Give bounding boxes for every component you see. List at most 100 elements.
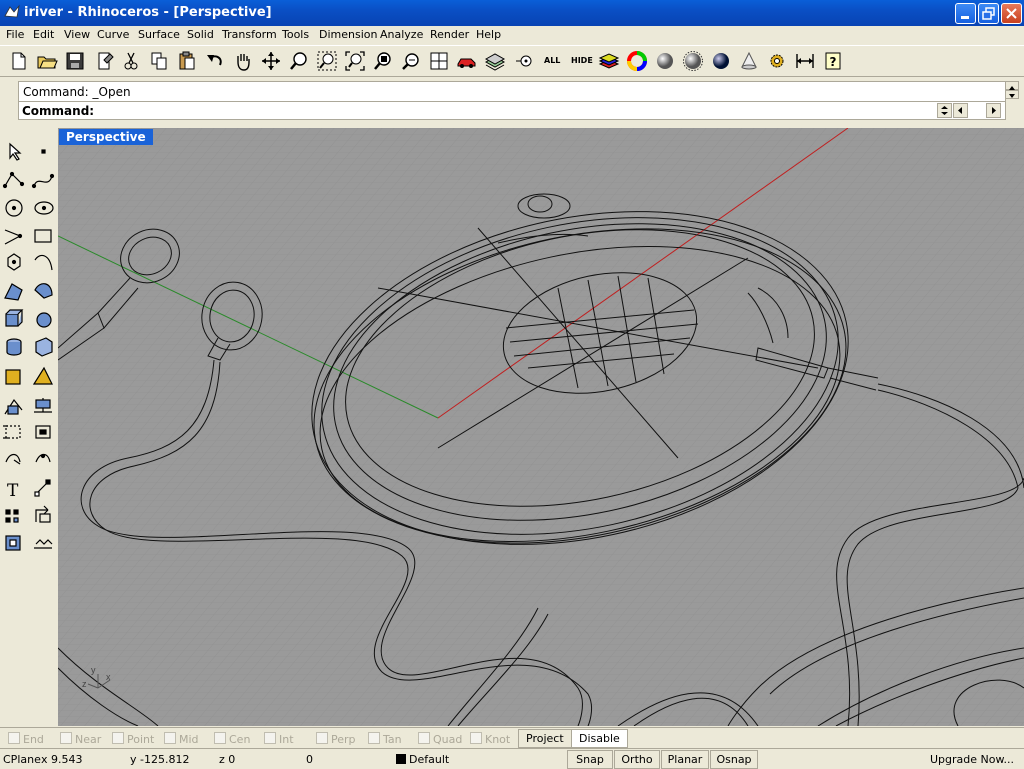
command-input[interactable] [94, 103, 938, 120]
menu-solid[interactable]: Solid [187, 28, 214, 41]
rotate-icon[interactable] [3, 448, 25, 470]
open-folder-icon[interactable] [36, 50, 58, 72]
osnap-button[interactable]: Osnap [710, 750, 758, 769]
help-icon[interactable]: ? [822, 50, 844, 72]
boolean-icon[interactable] [33, 364, 55, 386]
cylinder-icon[interactable] [3, 336, 25, 358]
minimize-button[interactable] [955, 3, 976, 24]
curve-control-points-icon[interactable] [33, 168, 55, 190]
history-spin-icon[interactable] [937, 103, 952, 118]
osnap-end[interactable]: End [8, 732, 44, 746]
rendered-sphere-icon[interactable] [682, 50, 704, 72]
close-button[interactable] [1001, 3, 1022, 24]
split-icon[interactable] [3, 392, 25, 414]
scroll-right-icon[interactable] [986, 103, 1001, 118]
rhino-app-icon[interactable] [4, 4, 20, 20]
menu-view[interactable]: View [64, 28, 90, 41]
spotlight-icon[interactable] [738, 50, 760, 72]
cut-icon[interactable] [120, 50, 142, 72]
save-icon[interactable] [64, 50, 86, 72]
menu-edit[interactable]: Edit [33, 28, 54, 41]
history-up-icon[interactable] [1005, 81, 1019, 90]
scroll-left-icon[interactable] [953, 103, 968, 118]
color-wheel-icon[interactable] [626, 50, 648, 72]
viewport-canvas[interactable] [58, 128, 1024, 726]
undo-view-icon[interactable] [400, 50, 422, 72]
trim-icon[interactable] [33, 392, 55, 414]
box-solid-icon[interactable] [3, 308, 25, 330]
menu-dimension[interactable]: Dimension [319, 28, 377, 41]
four-viewports-icon[interactable] [428, 50, 450, 72]
menu-file[interactable]: File [6, 28, 24, 41]
menu-curve[interactable]: Curve [97, 28, 129, 41]
undo-icon[interactable] [204, 50, 226, 72]
osnap-perp[interactable]: Perp [316, 732, 356, 746]
project-button[interactable]: Project [518, 729, 572, 748]
osnap-knot[interactable]: Knot [470, 732, 510, 746]
shaded-sphere-icon[interactable] [654, 50, 676, 72]
polygon-line-icon[interactable] [3, 224, 25, 246]
osnap-near[interactable]: Near [60, 732, 101, 746]
extrude-icon[interactable] [33, 336, 55, 358]
car-render-icon[interactable] [456, 50, 478, 72]
osnap-quad[interactable]: Quad [418, 732, 462, 746]
select-all-button[interactable]: ALL [544, 56, 560, 65]
dimension-icon[interactable] [33, 532, 55, 554]
block-icon[interactable] [33, 420, 55, 442]
orient-icon[interactable] [33, 504, 55, 526]
perspective-viewport[interactable]: x y z Perspective [58, 128, 1024, 726]
osnap-tan[interactable]: Tan [368, 732, 402, 746]
cplane-label[interactable]: CPlane [3, 753, 41, 766]
surface-corner-icon[interactable] [3, 280, 25, 302]
select-objects-icon[interactable] [514, 50, 536, 72]
osnap-mid[interactable]: Mid [164, 732, 199, 746]
zoom-extents-icon[interactable] [344, 50, 366, 72]
zoom-selected-icon[interactable] [372, 50, 394, 72]
blue-sphere-icon[interactable] [710, 50, 732, 72]
move-icon[interactable] [33, 476, 55, 498]
layers-icon[interactable] [598, 50, 620, 72]
upgrade-now-link[interactable]: Upgrade Now... [930, 753, 1014, 766]
array-icon[interactable] [3, 504, 25, 526]
ellipse-icon[interactable] [33, 196, 55, 218]
osnap-int[interactable]: Int [264, 732, 294, 746]
menu-help[interactable]: Help [476, 28, 501, 41]
title-bar[interactable]: iriver - Rhinoceros - [Perspective] [0, 0, 1024, 26]
restore-button[interactable] [978, 3, 999, 24]
ortho-button[interactable]: Ortho [614, 750, 660, 769]
hide-objects-button[interactable]: HIDE [571, 56, 593, 65]
surface-edge-icon[interactable] [33, 280, 55, 302]
polyline-icon[interactable] [3, 168, 25, 190]
menu-surface[interactable]: Surface [138, 28, 180, 41]
disable-button[interactable]: Disable [571, 729, 628, 748]
osnap-cen[interactable]: Cen [214, 732, 250, 746]
points-on-icon[interactable] [33, 448, 55, 470]
history-down-icon[interactable] [1005, 90, 1019, 99]
circle-icon[interactable] [3, 196, 25, 218]
point-icon[interactable] [33, 140, 55, 162]
planar-button[interactable]: Planar [661, 750, 709, 769]
menu-render[interactable]: Render [430, 28, 469, 41]
menu-analyze[interactable]: Analyze [380, 28, 423, 41]
sphere-solid-icon[interactable] [33, 308, 55, 330]
group-icon[interactable] [3, 420, 25, 442]
layer-stack-icon[interactable] [484, 50, 506, 72]
rectangle-icon[interactable] [33, 224, 55, 246]
new-file-icon[interactable] [8, 50, 30, 72]
viewport-title-tab[interactable]: Perspective [59, 129, 153, 145]
zoom-dynamic-icon[interactable] [288, 50, 310, 72]
zoom-window-icon[interactable] [316, 50, 338, 72]
menu-transform[interactable]: Transform [222, 28, 277, 41]
pan-hand-icon[interactable] [232, 50, 254, 72]
select-arrow-icon[interactable] [3, 140, 25, 162]
osnap-point[interactable]: Point [112, 732, 154, 746]
arc-icon[interactable] [33, 252, 55, 274]
copy-icon[interactable] [148, 50, 170, 72]
mesh-icon[interactable] [3, 364, 25, 386]
text-icon[interactable] [3, 476, 25, 498]
snap-button[interactable]: Snap [567, 750, 613, 769]
polygon-icon[interactable] [3, 252, 25, 274]
layer-indicator[interactable]: Default [396, 753, 449, 766]
distance-dimension-icon[interactable] [794, 50, 816, 72]
menu-tools[interactable]: Tools [282, 28, 309, 41]
